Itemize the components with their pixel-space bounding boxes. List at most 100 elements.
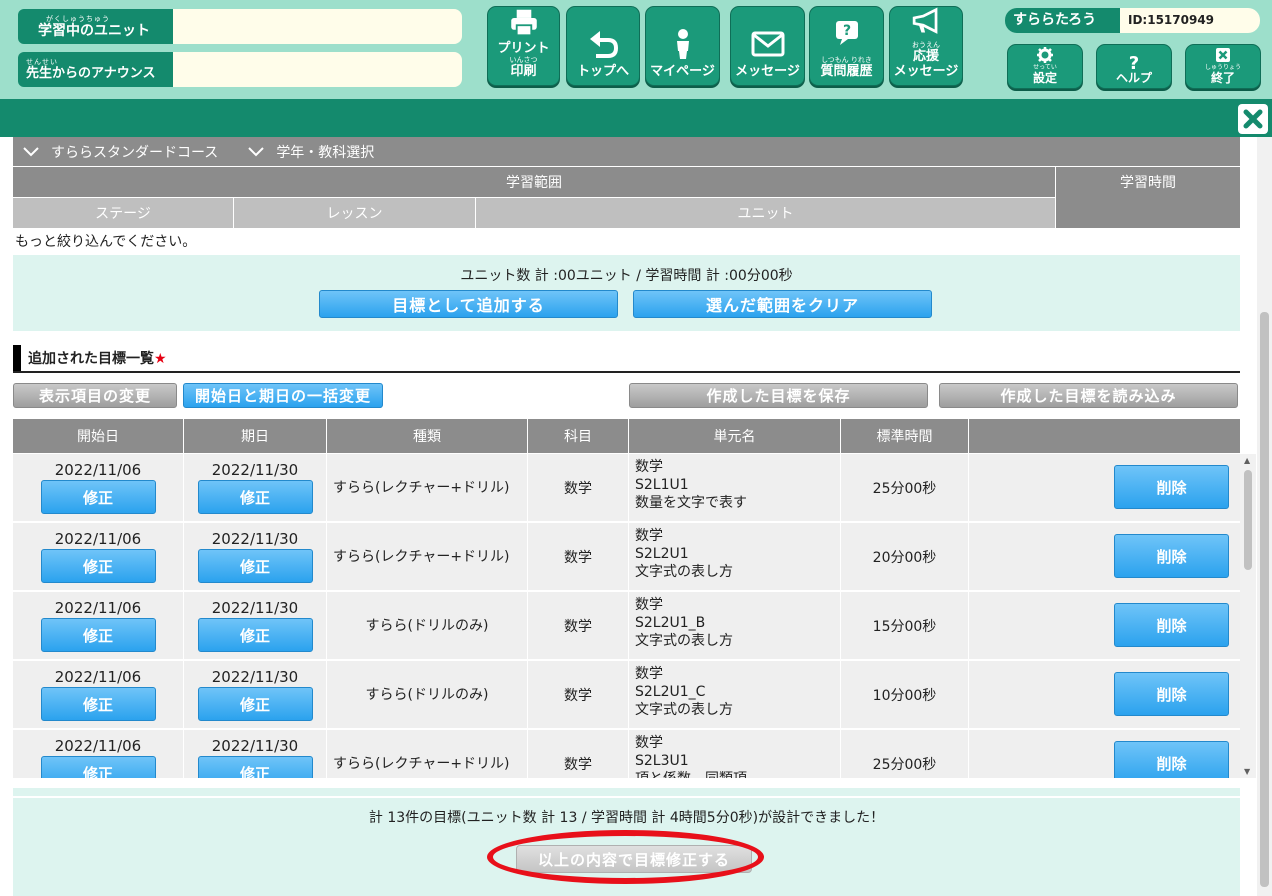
start-date-cell: 2022/11/06 修正: [13, 661, 184, 729]
scroll-down-icon[interactable]: ▼: [1244, 767, 1250, 776]
standard-time-cell: 20分00秒: [841, 523, 969, 591]
filter-bar: すららスタンダードコース 学年・教科選択: [13, 137, 1240, 166]
edit-due-date-button[interactable]: 修正: [197, 549, 313, 583]
grade-dropdown[interactable]: 学年・教科選択: [248, 142, 374, 162]
help-label: ヘルプ: [1115, 71, 1152, 85]
edit-due-date-button[interactable]: 修正: [197, 756, 313, 778]
stage-header[interactable]: ステージ: [13, 198, 233, 228]
delete-button[interactable]: 削除: [1114, 672, 1229, 716]
col-subject: 科目: [528, 419, 629, 453]
envelope-icon: [751, 31, 784, 57]
summary-box: ユニット数 計 :00ユニット / 学習時間 計 :00分00秒 目標として追加…: [13, 255, 1240, 331]
col-actions: [969, 419, 1240, 453]
bulk-change-dates-button[interactable]: 開始日と期日の一括変更: [183, 383, 383, 408]
col-unit-name: 単元名: [629, 419, 841, 453]
divider: [13, 796, 1240, 798]
settings-ruby: せってい: [1033, 64, 1057, 71]
start-date-cell: 2022/11/06 修正: [13, 454, 184, 522]
kind-cell: すらら(レクチャー+ドリル): [327, 454, 528, 522]
current-unit-ruby: がくしゅうちゅう: [46, 14, 110, 23]
highlight-ring: [487, 830, 764, 884]
range-header: 学習範囲: [13, 167, 1055, 197]
settings-label: 設定: [1032, 71, 1057, 85]
mypage-button[interactable]: マイページ: [645, 6, 720, 86]
question-mark-icon: ?: [1129, 53, 1139, 71]
top-label: トップへ: [576, 64, 629, 79]
unit-header[interactable]: ユニット: [476, 198, 1055, 228]
edit-start-date-button[interactable]: 修正: [40, 618, 156, 652]
page-scroll-thumb[interactable]: [1260, 312, 1269, 887]
due-date-cell: 2022/11/30 修正: [184, 661, 327, 729]
edit-start-date-button[interactable]: 修正: [40, 687, 156, 721]
scroll-up-icon[interactable]: ▲: [1244, 456, 1250, 465]
standard-time-cell: 25分00秒: [841, 730, 969, 778]
col-standard-time: 標準時間: [841, 419, 969, 453]
unit-name-cell: 数学 S2L2U1_C 文字式の表し方: [629, 661, 841, 729]
start-date: 2022/11/06: [54, 461, 142, 479]
edit-start-date-button[interactable]: 修正: [40, 480, 156, 514]
unit-title: 数量を文字で表す: [635, 495, 747, 511]
message-button[interactable]: メッセージ: [730, 6, 805, 86]
chevron-down-icon: [248, 146, 265, 156]
current-unit-tag: がくしゅうちゅう 学習中のユニット: [18, 9, 173, 44]
mypage-label: マイページ: [650, 64, 715, 79]
narrow-message: もっと絞り込んでください。: [15, 234, 197, 250]
table-row: 2022/11/06 修正 2022/11/30 修正 すらら(ドリルのみ) 数学 数学 S2…: [13, 661, 1240, 729]
delete-button[interactable]: 削除: [1114, 603, 1229, 647]
due-date: 2022/11/30: [211, 461, 299, 479]
lesson-header[interactable]: レッスン: [234, 198, 475, 228]
subject-cell: 数学: [528, 592, 629, 660]
current-unit-row: がくしゅうちゅう 学習中のユニット: [18, 9, 462, 44]
delete-button[interactable]: 削除: [1114, 534, 1229, 578]
question-history-button[interactable]: ? しつもん りれき 質問履歴: [809, 6, 884, 86]
edit-due-date-button[interactable]: 修正: [197, 687, 313, 721]
unit-title: 文字式の表し方: [635, 633, 733, 649]
standard-time-cell: 25分00秒: [841, 454, 969, 522]
change-display-items-button[interactable]: 表示項目の変更: [13, 383, 177, 408]
table-scroll-thumb[interactable]: [1244, 470, 1252, 570]
load-goals-button[interactable]: 作成した目標を読み込み: [939, 383, 1238, 408]
add-goal-button[interactable]: 目標として追加する: [319, 290, 618, 318]
settings-button[interactable]: せってい 設定: [1007, 44, 1083, 89]
help-button[interactable]: ? ヘルプ: [1096, 44, 1172, 89]
time-header: 学習時間: [1056, 167, 1240, 228]
edit-due-date-button[interactable]: 修正: [197, 618, 313, 652]
start-date-cell: 2022/11/06 修正: [13, 730, 184, 778]
kind-cell: すらら(レクチャー+ドリル): [327, 730, 528, 778]
summary-text: ユニット数 計 :00ユニット / 学習時間 計 :00分00秒: [460, 268, 793, 284]
due-date: 2022/11/30: [211, 599, 299, 617]
standard-time-cell: 10分00秒: [841, 661, 969, 729]
edit-start-date-button[interactable]: 修正: [40, 549, 156, 583]
start-date: 2022/11/06: [54, 530, 142, 548]
kind-cell: すらら(ドリルのみ): [327, 592, 528, 660]
action-cell: 削除: [969, 454, 1240, 522]
save-goals-button[interactable]: 作成した目標を保存: [629, 383, 928, 408]
table-header: 開始日 期日 種類 科目 単元名 標準時間: [13, 419, 1240, 453]
megaphone-icon: [912, 7, 938, 34]
start-date: 2022/11/06: [54, 737, 142, 755]
table-scrollbar[interactable]: ▲ ▼: [1240, 454, 1256, 778]
announce-label: 先生からのアナウンス: [26, 65, 156, 81]
user-name: すららたろう: [1005, 8, 1120, 33]
return-arrow-icon: [590, 31, 618, 58]
action-cell: 削除: [969, 592, 1240, 660]
edit-start-date-button[interactable]: 修正: [40, 756, 156, 778]
print-button[interactable]: プリント いんさつ 印刷: [487, 6, 560, 86]
cheer-message-button[interactable]: おうえん 応援 メッセージ: [889, 6, 963, 86]
exit-ruby: しゅうりょう: [1204, 64, 1241, 71]
course-dropdown[interactable]: すららスタンダードコース: [23, 142, 218, 162]
delete-button[interactable]: 削除: [1114, 465, 1229, 509]
title-marker: [13, 345, 21, 371]
delete-button[interactable]: 削除: [1114, 741, 1229, 778]
edit-due-date-button[interactable]: 修正: [197, 480, 313, 514]
announce-ruby: せんせい: [26, 57, 58, 66]
close-panel-button[interactable]: [1238, 104, 1268, 134]
page-scrollbar[interactable]: [1257, 137, 1272, 896]
bottom-summary-text: 計 13件の目標(ユニット数 計 13 / 学習時間 計 4時間5分0秒)が設計…: [368, 810, 885, 826]
announce-field: [173, 52, 462, 87]
unit-subject: 数学: [635, 459, 663, 475]
clear-range-button[interactable]: 選んだ範囲をクリア: [633, 290, 932, 318]
goal-table-body: 2022/11/06 修正 2022/11/30 修正 すらら(レクチャー+ドリル) 数学…: [13, 454, 1240, 778]
exit-button[interactable]: しゅうりょう 終了: [1185, 44, 1261, 89]
top-button[interactable]: トップへ: [566, 6, 640, 86]
